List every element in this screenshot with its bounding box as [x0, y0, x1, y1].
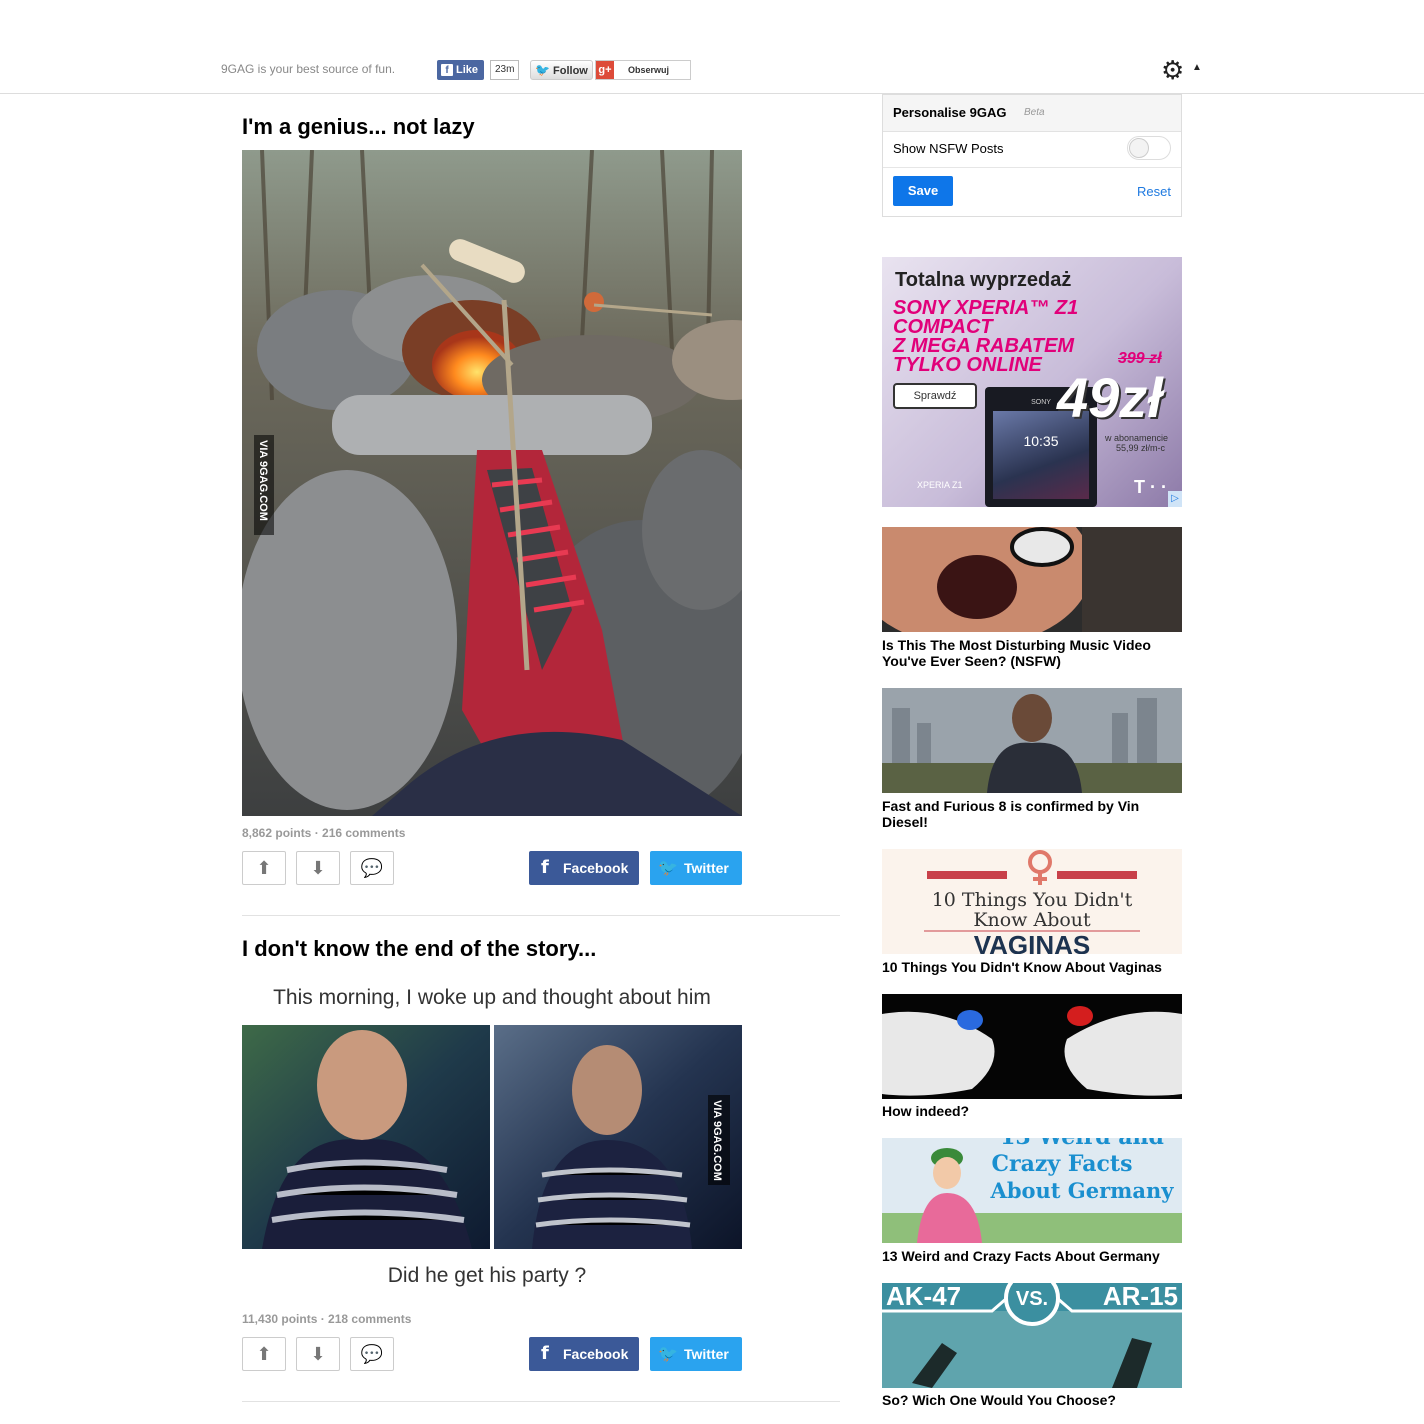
suggestion-title[interactable]: So? Wich One Would You Choose?: [882, 1392, 1182, 1408]
twitter-bird-icon: 🐦: [658, 1344, 678, 1363]
divider: [883, 167, 1181, 168]
twitter-bird-icon: 🐦: [658, 858, 678, 877]
personalise-header: Personalise 9GAG Beta: [883, 95, 1181, 132]
facebook-like-button[interactable]: f Like: [437, 60, 485, 80]
share-facebook-button[interactable]: f Facebook: [529, 851, 639, 885]
twitter-follow-button[interactable]: 🐦 Follow: [530, 60, 593, 80]
suggestion-thumbnail[interactable]: 13 Weird and Crazy Facts About Germany: [882, 1138, 1182, 1243]
share-twitter-button[interactable]: 🐦 Twitter: [650, 851, 742, 885]
post-meta[interactable]: 11,430 points · 218 comments: [242, 1312, 411, 1326]
arrow-up-icon: ⬆: [256, 1344, 272, 1364]
suggestion-thumbnail[interactable]: [882, 994, 1182, 1099]
ad-note: w abonamencie: [1105, 433, 1169, 443]
thumbnail-text: 10 Things You Didn't: [932, 889, 1133, 911]
advertisement[interactable]: Totalna wyprzedaż SONY XPERIA™ Z1 COMPAC…: [882, 257, 1182, 507]
thumbnail-text: AK-47: [886, 1283, 961, 1311]
ad-price: 49zł: [1057, 366, 1163, 429]
comment-icon: 💬: [360, 858, 384, 878]
twitter-bird-icon: 🐦: [535, 63, 550, 77]
share-twitter-button[interactable]: 🐦 Twitter: [650, 1337, 742, 1371]
post-divider: [242, 1401, 840, 1402]
share-twitter-label: Twitter: [684, 860, 729, 876]
ad-check-button[interactable]: Sprawdź: [893, 383, 977, 409]
ad-note: 55,99 zł/m-c: [1116, 443, 1166, 453]
thumbnail-text: Know About: [973, 909, 1091, 931]
share-facebook-button[interactable]: f Facebook: [529, 1337, 639, 1371]
twitter-follow-label: Follow: [553, 65, 588, 77]
facebook-like-label: Like: [456, 64, 479, 76]
share-facebook-label: Facebook: [563, 1346, 629, 1362]
suggestion-thumbnail[interactable]: 10 Things You Didn't Know About VAGINAS: [882, 849, 1182, 954]
facebook-icon: f: [541, 857, 549, 878]
suggestion-title[interactable]: How indeed?: [882, 1103, 1182, 1119]
nsfw-toggle[interactable]: [1127, 136, 1171, 160]
post-title[interactable]: I'm a genius... not lazy: [242, 114, 475, 140]
watermark: VIA 9GAG.COM: [711, 1100, 723, 1181]
tagline: 9GAG is your best source of fun.: [221, 62, 396, 76]
chevron-up-icon[interactable]: ▲: [1192, 62, 1202, 73]
comment-icon: 💬: [360, 1344, 384, 1364]
suggestion-thumbnail[interactable]: AK-47 VS. AR-15: [882, 1283, 1182, 1388]
suggestion-thumbnail[interactable]: [882, 527, 1182, 632]
thumbnail-text: VS.: [1016, 1288, 1048, 1310]
comment-button[interactable]: 💬: [350, 1337, 394, 1371]
suggestion-thumbnail[interactable]: [882, 688, 1182, 793]
downvote-button[interactable]: ⬇: [296, 851, 340, 885]
google-plus-label: Obserwuj: [628, 65, 670, 75]
caption-bottom: Did he get his party ?: [388, 1264, 586, 1287]
google-plus-follow-button[interactable]: g+ Obserwuj: [595, 60, 691, 80]
thumbnail-text: AR-15: [1103, 1283, 1178, 1311]
arrow-down-icon: ⬇: [310, 1344, 326, 1364]
thumbnail-text: VAGINAS: [974, 930, 1091, 954]
gear-icon[interactable]: ⚙: [1161, 57, 1184, 83]
suggestion-title[interactable]: 10 Things You Didn't Know About Vaginas: [882, 959, 1182, 975]
facebook-like-count: 23m: [490, 60, 520, 80]
post-title[interactable]: I don't know the end of the story...: [242, 936, 596, 962]
beta-badge: Beta: [1024, 107, 1045, 118]
telekom-logo: T · ·: [1134, 477, 1167, 497]
caption-top: This morning, I woke up and thought abou…: [273, 986, 711, 1009]
arrow-down-icon: ⬇: [310, 858, 326, 878]
google-plus-icon: g+: [596, 61, 614, 79]
post-divider: [242, 915, 840, 916]
facebook-icon: f: [541, 1343, 549, 1364]
ad-product-label: XPERIA Z1: [917, 480, 963, 490]
thumbnail-text: Crazy Facts: [992, 1151, 1133, 1177]
post-image[interactable]: This morning, I woke up and thought abou…: [242, 980, 742, 1290]
upvote-button[interactable]: ⬆: [242, 851, 286, 885]
facebook-icon: f: [441, 64, 453, 76]
phone-time: 10:35: [1023, 433, 1059, 449]
personalise-panel: Personalise 9GAG Beta Show NSFW Posts Sa…: [882, 94, 1182, 217]
ad-line: TYLKO ONLINE: [893, 354, 1042, 376]
arrow-up-icon: ⬆: [256, 858, 272, 878]
suggestion-title[interactable]: Is This The Most Disturbing Music Video …: [882, 637, 1182, 669]
save-button[interactable]: Save: [893, 176, 953, 206]
post-meta[interactable]: 8,862 points · 216 comments: [242, 826, 405, 840]
suggestion-title[interactable]: Fast and Furious 8 is confirmed by Vin D…: [882, 798, 1182, 830]
adchoices-icon[interactable]: ▷: [1168, 491, 1182, 507]
nsfw-label: Show NSFW Posts: [893, 141, 1004, 156]
thumbnail-text: About Germany: [990, 1178, 1175, 1203]
ad-headline: Totalna wyprzedaż: [895, 269, 1072, 291]
thumbnail-text: 13 Weird and: [1000, 1138, 1164, 1150]
comment-button[interactable]: 💬: [350, 851, 394, 885]
reset-link[interactable]: Reset: [1137, 184, 1171, 199]
suggestion-title[interactable]: 13 Weird and Crazy Facts About Germany: [882, 1248, 1182, 1264]
toggle-knob: [1129, 138, 1149, 158]
top-bar: 9GAG is your best source of fun. f Like 2…: [0, 0, 1424, 94]
upvote-button[interactable]: ⬆: [242, 1337, 286, 1371]
post-image[interactable]: VIA 9GAG.COM: [242, 150, 742, 816]
watermark: VIA 9GAG.COM: [257, 440, 269, 521]
share-twitter-label: Twitter: [684, 1346, 729, 1362]
downvote-button[interactable]: ⬇: [296, 1337, 340, 1371]
personalise-title: Personalise 9GAG: [893, 105, 1007, 120]
share-facebook-label: Facebook: [563, 860, 629, 876]
